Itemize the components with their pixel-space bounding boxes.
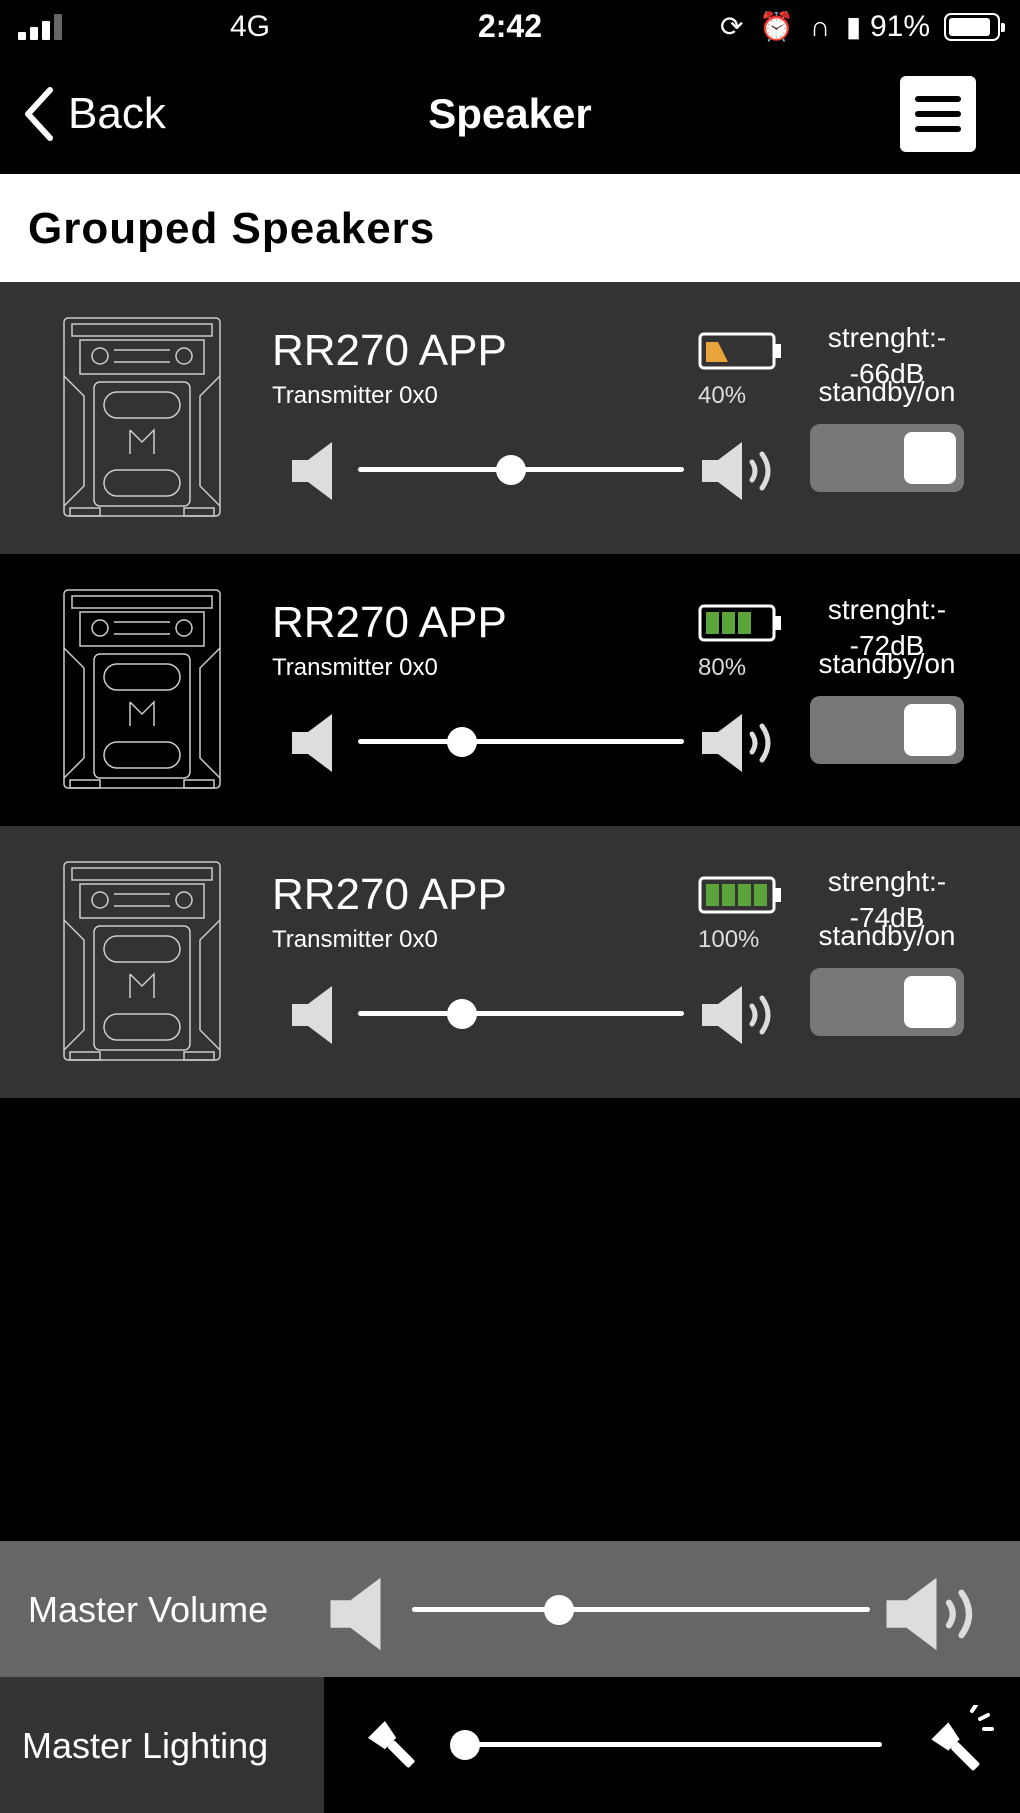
battery-percent: 91% <box>870 10 931 43</box>
battery-cell <box>754 884 767 906</box>
standby-toggle[interactable] <box>810 696 964 764</box>
standby-toggle[interactable] <box>810 424 964 492</box>
battery-cell <box>722 612 735 634</box>
standby-label: standby/on <box>818 920 956 951</box>
battery-fill <box>706 342 728 362</box>
standby-label: standby/on <box>818 648 956 679</box>
master-lighting-label-box: Master Lighting <box>0 1677 324 1813</box>
slider-track <box>412 1607 870 1612</box>
volume-high-icon[interactable] <box>884 1575 984 1653</box>
battery-percent: 40% <box>698 382 747 409</box>
clock: 2:42 <box>477 8 543 44</box>
flashlight-on-icon[interactable] <box>914 1705 994 1785</box>
nav-bar: Back Speaker <box>0 56 1020 174</box>
battery-icon <box>944 13 1005 41</box>
slider-track <box>452 1742 882 1747</box>
slider-knob[interactable] <box>447 999 478 1029</box>
page-title: Speaker <box>428 90 592 137</box>
slider-knob[interactable] <box>449 1730 480 1760</box>
speaker-name: RR270 APP <box>272 598 507 647</box>
volume-slider[interactable] <box>358 727 684 757</box>
battery-cell <box>722 884 735 906</box>
battery-cell <box>706 612 719 634</box>
volume-low-icon[interactable] <box>328 1575 388 1653</box>
master-volume-slider[interactable] <box>412 1595 870 1625</box>
volume-slider[interactable] <box>358 455 684 485</box>
speaker-row: RR270 APP Transmitter 0x0 40% strenght:-… <box>0 282 1020 554</box>
volume-low-icon[interactable] <box>290 440 338 502</box>
section-title: Grouped Speakers <box>28 204 436 253</box>
master-volume-bar: Master Volume <box>0 1541 1020 1677</box>
speaker-name: RR270 APP <box>272 870 507 919</box>
status-bar: 4G 2:42 ⟳ ⏰ ∩ ▮ 91% <box>0 0 1020 56</box>
toggle-thumb <box>904 704 956 756</box>
toggle-thumb <box>904 432 956 484</box>
volume-low-icon[interactable] <box>290 984 338 1046</box>
slider-knob[interactable] <box>447 727 478 757</box>
toggle-thumb <box>904 976 956 1028</box>
hamburger-menu-icon[interactable] <box>900 76 976 152</box>
volume-slider[interactable] <box>358 999 684 1029</box>
battery-percent: 80% <box>698 654 747 681</box>
speaker-subtitle: Transmitter 0x0 <box>272 926 438 953</box>
battery-cell <box>738 884 751 906</box>
speaker-row: RR270 APP Transmitter 0x0 100% strenght:… <box>0 826 1020 1098</box>
status-icons: ⟳ ⏰ ∩ ▮ <box>720 10 865 43</box>
speaker-image-icon <box>63 317 221 517</box>
section-header: Grouped Speakers <box>0 174 1020 282</box>
speaker-image-icon <box>63 861 221 1061</box>
speaker-image-icon <box>63 589 221 789</box>
master-lighting-bar: Master Lighting <box>0 1677 1020 1813</box>
speaker-subtitle: Transmitter 0x0 <box>272 654 438 681</box>
volume-high-icon[interactable] <box>700 984 780 1046</box>
master-lighting-label: Master Lighting <box>22 1725 269 1766</box>
alarm-icon: ⏰ <box>759 11 799 42</box>
slider-knob[interactable] <box>496 455 527 485</box>
volume-high-icon[interactable] <box>700 712 780 774</box>
speaker-subtitle: Transmitter 0x0 <box>272 382 438 409</box>
battery-icon <box>698 604 781 642</box>
slider-track <box>358 1011 684 1016</box>
master-volume-label: Master Volume <box>28 1589 269 1630</box>
slider-track <box>358 739 684 744</box>
master-lighting-slider[interactable] <box>449 1730 882 1760</box>
standby-label: standby/on <box>818 376 956 407</box>
flashlight-off-icon[interactable] <box>360 1713 424 1777</box>
headphones-icon: ∩ <box>809 11 835 42</box>
battery-cell <box>706 884 719 906</box>
orientation-lock-icon: ⟳ <box>720 11 748 42</box>
speaker-row: RR270 APP Transmitter 0x0 80% strenght:-… <box>0 554 1020 826</box>
volume-high-icon[interactable] <box>700 440 780 502</box>
speaker-name: RR270 APP <box>272 326 507 375</box>
volume-low-icon[interactable] <box>290 712 338 774</box>
battery-cell <box>738 612 751 634</box>
battery-percent: 100% <box>698 926 760 953</box>
slider-knob[interactable] <box>543 1595 574 1625</box>
battery-icon <box>698 876 781 914</box>
battery-small-icon: ▮ <box>845 11 866 42</box>
battery-icon <box>698 332 781 370</box>
standby-toggle[interactable] <box>810 968 964 1036</box>
